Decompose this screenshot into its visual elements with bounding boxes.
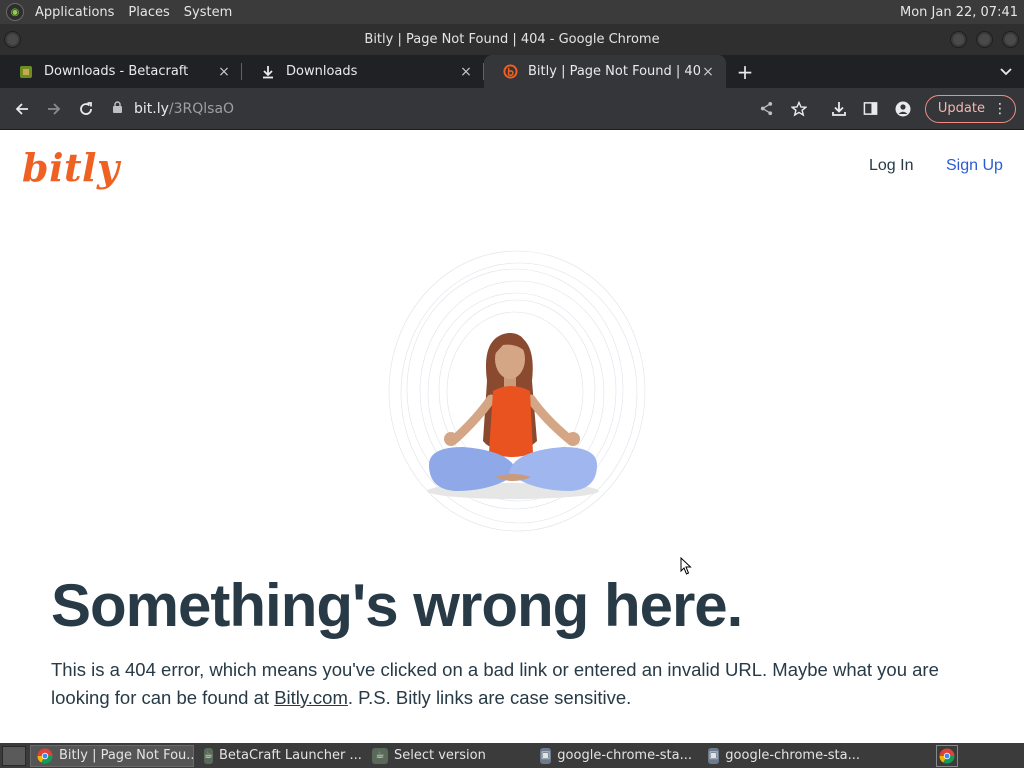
arrow-right-icon xyxy=(48,102,61,115)
tab-search-button[interactable] xyxy=(988,55,1024,88)
menu-places[interactable]: Places xyxy=(121,5,176,20)
taskbar-item-label: BetaCraft Launcher ... xyxy=(218,748,362,763)
url-path: /3RQlsaO xyxy=(168,100,235,117)
terminal-icon: ▣ xyxy=(540,747,552,764)
tab-downloads[interactable]: Downloads × xyxy=(242,55,484,88)
login-link[interactable]: Log In xyxy=(869,157,913,175)
bottom-taskbar: Bitly | Page Not Fou... ☕ BetaCraft Laun… xyxy=(0,743,1024,768)
java-icon: ☕ xyxy=(372,747,388,764)
panel-clock[interactable]: Mon Jan 22, 07:41 xyxy=(900,5,1024,20)
workspace-switcher[interactable] xyxy=(936,744,958,767)
avatar-icon xyxy=(895,101,911,116)
reload-button[interactable] xyxy=(70,93,102,125)
taskbar-item-label: google-chrome-sta... xyxy=(725,748,860,763)
reload-icon xyxy=(80,101,92,115)
show-desktop-button[interactable] xyxy=(2,745,26,766)
star-icon xyxy=(790,100,807,116)
bookmark-button[interactable] xyxy=(783,93,815,125)
browser-toolbar: bit.ly/3RQlsaO Update ⋮ xyxy=(0,88,1024,130)
menu-system[interactable]: System xyxy=(177,5,239,20)
download-icon xyxy=(260,64,276,80)
java-icon: ☕ xyxy=(204,747,213,764)
taskbar-item-terminal-2[interactable]: ▣ google-chrome-sta... xyxy=(702,745,866,767)
back-button[interactable] xyxy=(6,93,38,125)
chevron-down-icon xyxy=(1000,67,1012,75)
tab-strip: Downloads - Betacraft × Downloads × Bitl… xyxy=(0,55,1024,88)
signup-link[interactable]: Sign Up xyxy=(946,157,1003,175)
error-description: This is a 404 error, which means you've … xyxy=(51,656,981,712)
taskbar-item-bitly[interactable]: Bitly | Page Not Fou... xyxy=(30,744,194,767)
taskbar-item-betacraft[interactable]: ☕ BetaCraft Launcher ... xyxy=(198,745,362,767)
tab-bitly-404[interactable]: Bitly | Page Not Found | 404 × xyxy=(484,55,726,88)
description-text-end: . P.S. Bitly links are case sensitive. xyxy=(347,687,632,708)
side-panel-icon xyxy=(864,102,878,115)
profile-button[interactable] xyxy=(887,93,919,125)
forward-button[interactable] xyxy=(38,93,70,125)
meditation-illustration xyxy=(388,250,646,532)
minimize-button[interactable] xyxy=(950,31,967,48)
tab-title: Downloads xyxy=(286,64,358,79)
distro-logo-icon[interactable]: ◉ xyxy=(6,3,24,21)
bitly-home-link[interactable]: Bitly.com xyxy=(274,687,348,708)
close-window-button[interactable] xyxy=(1002,31,1019,48)
terminal-icon: ▣ xyxy=(708,747,720,764)
share-icon xyxy=(761,101,773,116)
page-content: bitly Log In Sign Up Something's wrong h… xyxy=(0,131,1024,743)
taskbar-item-select-version[interactable]: ☕ Select version xyxy=(366,745,530,767)
window-title: Bitly | Page Not Found | 404 - Google Ch… xyxy=(364,32,660,47)
chrome-icon xyxy=(37,748,53,764)
tab-title: Bitly | Page Not Found | 404 xyxy=(528,64,700,79)
mouse-cursor-icon xyxy=(680,557,692,575)
betacraft-icon xyxy=(18,64,34,80)
update-label: Update xyxy=(937,101,985,116)
share-button[interactable] xyxy=(751,93,783,125)
bitly-favicon xyxy=(502,64,518,80)
taskbar-item-terminal-1[interactable]: ▣ google-chrome-sta... xyxy=(534,745,698,767)
address-bar[interactable]: bit.ly/3RQlsaO xyxy=(112,94,751,124)
menu-applications[interactable]: Applications xyxy=(28,5,121,20)
tab-title: Downloads - Betacraft xyxy=(44,64,189,79)
side-panel-button[interactable] xyxy=(855,93,887,125)
chrome-icon xyxy=(939,748,955,764)
error-headline: Something's wrong here. xyxy=(51,572,743,639)
tab-close-icon[interactable]: × xyxy=(458,64,474,80)
arrow-left-icon xyxy=(15,102,28,115)
taskbar-item-label: Select version xyxy=(394,748,486,763)
taskbar-item-label: Bitly | Page Not Fou... xyxy=(59,748,194,763)
bitly-logo[interactable]: bitly xyxy=(22,145,120,190)
toolbar-actions: Update ⋮ xyxy=(751,93,1024,125)
system-top-panel: ◉ Applications Places System Mon Jan 22,… xyxy=(0,0,1024,24)
tab-betacraft-downloads[interactable]: Downloads - Betacraft × xyxy=(0,55,242,88)
window-menu-button[interactable] xyxy=(4,31,21,48)
update-button[interactable]: Update ⋮ xyxy=(924,94,1016,123)
new-tab-button[interactable]: + xyxy=(730,55,760,88)
tab-close-icon[interactable]: × xyxy=(700,64,716,80)
system-menu-bar: ◉ Applications Places System xyxy=(0,0,239,24)
downloads-button[interactable] xyxy=(823,93,855,125)
lock-icon[interactable] xyxy=(112,100,126,117)
taskbar-item-label: google-chrome-sta... xyxy=(557,748,692,763)
download-icon xyxy=(832,101,846,116)
maximize-button[interactable] xyxy=(976,31,993,48)
window-titlebar[interactable]: Bitly | Page Not Found | 404 - Google Ch… xyxy=(0,24,1024,55)
kebab-menu-icon: ⋮ xyxy=(993,100,1007,117)
tab-close-icon[interactable]: × xyxy=(216,64,232,80)
url-host: bit.ly xyxy=(134,100,169,117)
